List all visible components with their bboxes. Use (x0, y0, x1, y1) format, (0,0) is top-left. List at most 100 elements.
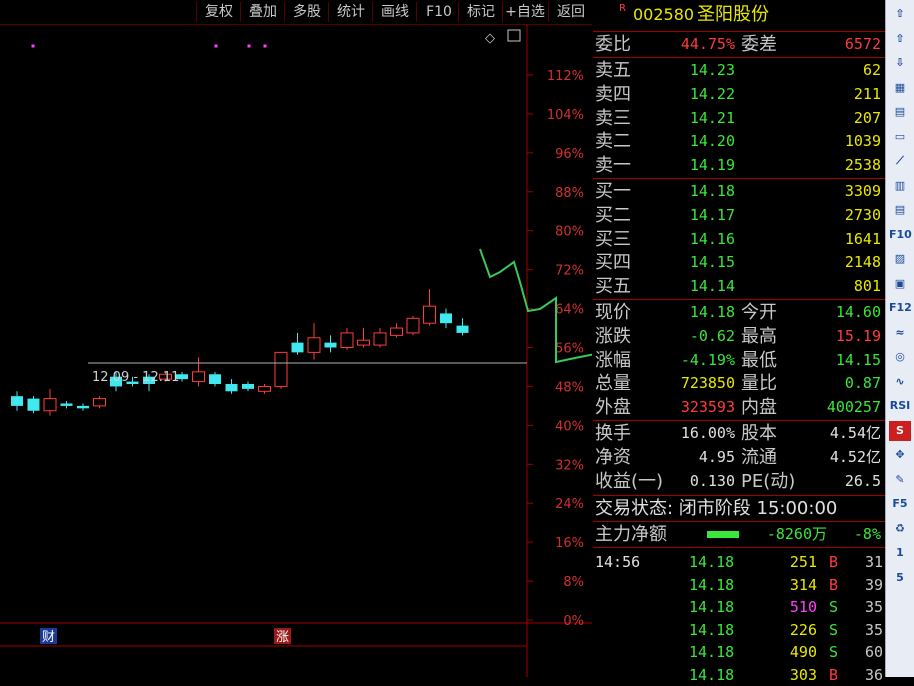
chart-icon[interactable]: ▦ (889, 78, 911, 98)
line-icon[interactable]: ⟋ (889, 151, 911, 171)
up-arrow-icon[interactable]: ⇧ (889, 4, 911, 24)
candle-body (440, 313, 452, 324)
bids-price: 14.15 (689, 253, 735, 272)
diamond-icon[interactable]: ◇ (485, 31, 495, 46)
tick-count: 36 (864, 665, 883, 684)
candle-body (307, 337, 321, 353)
bids-label: 买二 (595, 204, 631, 226)
candle-icon[interactable]: ▥ (889, 176, 911, 196)
y-axis-label: 88% (555, 186, 584, 201)
book-icon[interactable]: ▨ (889, 249, 911, 269)
toolbar-F5[interactable]: F5 (889, 494, 911, 514)
tick-side: S (829, 643, 839, 661)
asks-price: 14.23 (689, 61, 735, 79)
quote-value: 323593 (680, 398, 735, 417)
y-axis-label: 24% (555, 497, 584, 512)
bids-row: 买一 14.18 3309 (593, 180, 885, 203)
y-axis-label: 104% (547, 108, 584, 123)
asks-label: 卖四 (595, 83, 631, 105)
toolbar-S[interactable]: S (889, 420, 911, 441)
menu-item-3[interactable]: 统计 (328, 2, 373, 22)
candle-body (27, 398, 40, 411)
y-axis-label: 72% (555, 264, 584, 279)
asks-row: 卖二 14.20 1039 (593, 130, 885, 153)
menu-item-0[interactable]: 复权 (196, 2, 241, 22)
asks-volume: 62 (862, 61, 881, 79)
kline-chart[interactable]: 112% 104% 96% 88% 80% 72% 64% 56% 48% 40% 32% 24% 16… (0, 24, 592, 677)
candle-body (60, 403, 73, 406)
asks-row: 卖四 14.22 211 (593, 83, 885, 106)
y-axis-label: 80% (555, 225, 584, 240)
tick-volume: 251 (789, 553, 817, 571)
menu-item-4[interactable]: 画线 (372, 2, 417, 22)
fund-label-2: 流通 (741, 446, 777, 468)
circle-icon[interactable]: ◎ (889, 347, 911, 367)
quote-row: 涨跌 -0.62 最高 15.19 (593, 325, 885, 348)
y-axis-label: 32% (555, 458, 584, 473)
limit-up-marker-label: 涨 (276, 630, 289, 645)
tick-volume: 226 (789, 620, 817, 639)
fund-label: 收益(一) (595, 470, 664, 492)
tick-row: 14.18 490 S 60 (593, 641, 885, 663)
fund-row: 换手 16.00% 股本 4.54亿 (593, 422, 885, 445)
quote-label-2: 最低 (741, 349, 777, 371)
blank-icon[interactable]: ▭ (889, 127, 911, 147)
bids-label: 买四 (595, 252, 631, 274)
toolbar-RSI[interactable]: RSI (889, 396, 911, 416)
y-axis-label: 96% (555, 147, 584, 162)
menu-item-6[interactable]: 标记 (458, 2, 503, 22)
side-toolbar: ⇧ ⇧ ⇩ ▦ ▤ ▭ ⟋ ▥ ▤ F10 ▨ ▣ F12 ≈ ◎ ∿ RSI S ✥ ✎ F5 ♻ 1 5 (885, 0, 914, 677)
bids-volume: 1641 (844, 229, 881, 248)
self-icon[interactable]: ▣ (889, 274, 911, 294)
stock-code: 002580 (633, 5, 695, 24)
menu-item-5[interactable]: F10 (416, 2, 461, 22)
tick-price: 14.18 (689, 665, 735, 684)
asks-row: 卖一 14.19 2538 (593, 154, 885, 177)
window-icon[interactable] (507, 29, 521, 42)
candle-body (456, 325, 469, 333)
waves-icon[interactable]: ≈ (889, 323, 911, 343)
toolbar-F12[interactable]: F12 (889, 298, 912, 318)
outline-up-icon[interactable]: ⇧ (889, 29, 911, 49)
tick-side: B (829, 665, 839, 684)
main-flow-row: 主力净额 -8260万 -8% (593, 523, 885, 546)
menu-item-2[interactable]: 多股 (284, 2, 329, 22)
toolbar-5[interactable]: 5 (889, 568, 911, 588)
fund-label: 净资 (595, 446, 631, 468)
asks-label: 卖五 (595, 60, 631, 81)
menu-item-8[interactable]: 返回 (548, 2, 593, 22)
pen-icon[interactable]: ✎ (889, 470, 911, 490)
weibi-row: 委比 44.75% 委差 6572 (593, 33, 885, 56)
candle-body (373, 332, 387, 346)
fund-row: 收益(一) 0.130 PE(动) 26.5 (593, 470, 885, 493)
fund-label: 换手 (595, 423, 631, 444)
y-axis-label: 64% (555, 303, 584, 318)
candle-body (274, 351, 288, 387)
weibi-label: 委比 (595, 34, 631, 55)
tick-volume: 303 (789, 665, 817, 684)
trade-status: 交易状态: 闭市阶段 15:00:00 (593, 497, 885, 520)
tick-row: 14.18 226 S 35 (593, 619, 885, 641)
candle-body (258, 385, 271, 392)
cycle-icon[interactable]: ♻ (889, 519, 911, 539)
toolbar-F10[interactable]: F10 (889, 225, 912, 245)
toolbar-1[interactable]: 1 (889, 543, 911, 563)
grid-icon[interactable]: ▤ (889, 102, 911, 122)
fund-value-2: 26.5 (844, 471, 881, 490)
menu-item-7[interactable]: +自选 (502, 2, 547, 22)
candle-body (291, 342, 304, 353)
y-axis-label: 48% (555, 380, 584, 395)
stock-header: R 002580 圣阳股份 (593, 3, 885, 29)
candle-body (406, 317, 420, 334)
quote-value-2: 400257 (826, 398, 881, 417)
bids-price: 14.16 (689, 229, 735, 248)
outline-down-icon[interactable]: ⇩ (889, 53, 911, 73)
graph-icon[interactable]: ∿ (889, 372, 911, 392)
report-icon[interactable]: ▤ (889, 200, 911, 220)
quote-row: 现价 14.18 今开 14.60 (593, 301, 885, 324)
menu-item-1[interactable]: 叠加 (240, 2, 285, 22)
move-icon[interactable]: ✥ (889, 445, 911, 465)
quote-label-2: 量比 (741, 373, 777, 395)
chart-menubar: 复权 叠加 多股 统计 画线 F10 标记 +自选 返回 (0, 0, 592, 24)
event-dot (31, 44, 35, 48)
